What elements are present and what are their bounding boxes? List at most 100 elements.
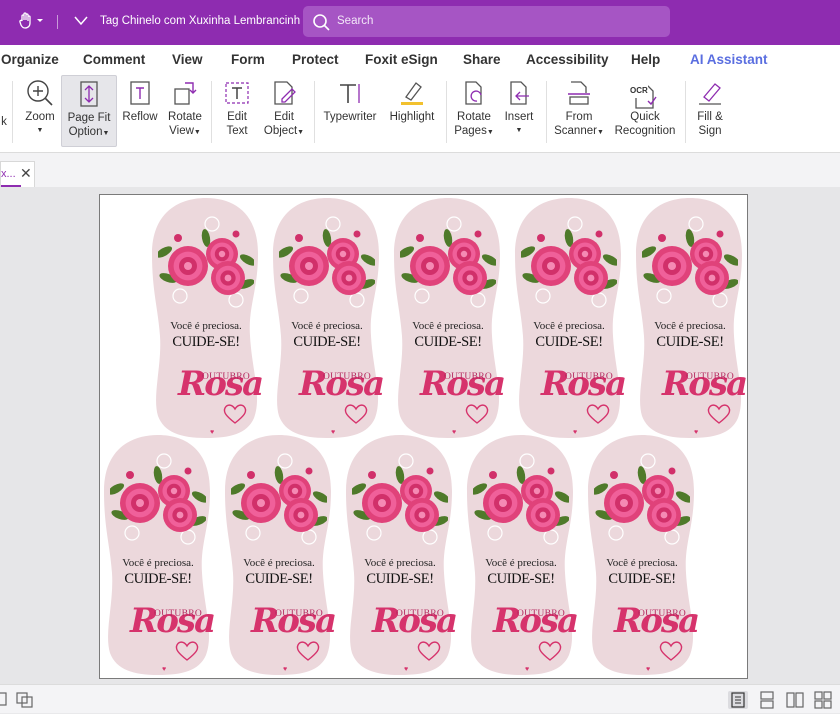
close-icon[interactable]: ✕ bbox=[20, 165, 32, 182]
single-page-view-icon[interactable] bbox=[728, 691, 748, 709]
menu-ai-assistant[interactable]: AI Assistant bbox=[690, 52, 768, 67]
reflow-button[interactable]: Reflow bbox=[118, 75, 162, 147]
menu-comment[interactable]: Comment bbox=[83, 52, 145, 67]
roses-illustration bbox=[594, 466, 690, 532]
roses-illustration bbox=[352, 466, 448, 532]
tag-text-line2: CUIDE-SE! bbox=[245, 571, 313, 587]
edit-object-icon bbox=[274, 81, 296, 105]
tag-text-rosa: Rosa bbox=[541, 364, 627, 404]
menu-view[interactable]: View bbox=[172, 52, 203, 67]
reflow-label: Reflow bbox=[122, 111, 158, 123]
ribbon-separator bbox=[211, 81, 212, 143]
edit-text-button[interactable]: Edit Text bbox=[216, 75, 258, 147]
insert-button[interactable]: Insert ▼ bbox=[498, 75, 540, 147]
rotate-pages-button[interactable]: Rotate Pages▼ bbox=[452, 75, 496, 147]
flipflop-tag: Você é preciosa. CUIDE-SE! Rosa OUTUBRO … bbox=[223, 433, 337, 676]
tag-text-outubro: OUTUBRO bbox=[638, 609, 687, 619]
tag-text-rosa: Rosa bbox=[420, 364, 506, 404]
chevron-down-icon: ▼ bbox=[515, 127, 523, 134]
edit-text-icon bbox=[225, 82, 249, 104]
typewriter-button[interactable]: Typewriter bbox=[320, 75, 380, 147]
zoom-button[interactable]: Zoom ▼ bbox=[18, 75, 62, 147]
chevron-down-icon: ▼ bbox=[297, 129, 305, 136]
chevron-down-icon: ▼ bbox=[596, 129, 604, 136]
hand-tool-icon[interactable] bbox=[18, 12, 44, 34]
roses-illustration bbox=[473, 466, 569, 532]
from-scanner-label-2: Scanner bbox=[554, 125, 597, 137]
pdf-page: Você é preciosa. CUIDE-SE! Rosa OUTUBRO … bbox=[99, 194, 748, 679]
reflow-icon bbox=[130, 81, 150, 105]
roses-illustration bbox=[521, 229, 617, 295]
tag-text-rosa: Rosa bbox=[299, 364, 385, 404]
from-scanner-label-row: Scanner▼ bbox=[552, 124, 606, 140]
copy-pages-icon[interactable] bbox=[15, 691, 35, 714]
menu-form[interactable]: Form bbox=[231, 52, 265, 67]
tag-text-rosa: Rosa bbox=[662, 364, 747, 404]
from-scanner-label-1: From bbox=[565, 111, 593, 123]
menu-accessibility[interactable]: Accessibility bbox=[526, 52, 609, 67]
ribbon-separator bbox=[12, 81, 13, 143]
flipflop-tag: Você é preciosa. CUIDE-SE! Rosa OUTUBRO … bbox=[634, 196, 747, 439]
page-fit-label-1: Page Fit bbox=[67, 112, 111, 124]
flipflop-tag: Você é preciosa. CUIDE-SE! Rosa OUTUBRO … bbox=[344, 433, 458, 676]
edit-object-label-row: Object▼ bbox=[260, 124, 308, 140]
menu-organize[interactable]: Organize bbox=[1, 52, 59, 67]
document-tab[interactable]: x... ✕ bbox=[0, 161, 35, 187]
document-tab-bar: x... ✕ bbox=[0, 153, 840, 187]
tag-text-line1: Você é preciosa. bbox=[654, 320, 726, 332]
continuous-facing-view-icon[interactable] bbox=[813, 691, 835, 714]
facing-view-icon[interactable] bbox=[785, 691, 805, 714]
document-tab-label: x... bbox=[1, 168, 16, 180]
flipflop-tag: Você é preciosa. CUIDE-SE! Rosa OUTUBRO … bbox=[102, 433, 216, 676]
tag-text-line1: Você é preciosa. bbox=[122, 557, 194, 569]
tag-text-rosa: Rosa bbox=[130, 601, 216, 641]
continuous-view-icon[interactable] bbox=[757, 691, 777, 714]
tag-text-rosa: Rosa bbox=[493, 601, 579, 641]
tag-text-outubro: OUTUBRO bbox=[275, 609, 324, 619]
edit-object-button[interactable]: Edit Object▼ bbox=[260, 75, 308, 147]
roses-illustration bbox=[231, 466, 327, 532]
heart-icon bbox=[465, 404, 489, 424]
flipflop-tag: Você é preciosa. CUIDE-SE! Rosa OUTUBRO … bbox=[392, 196, 506, 439]
tag-text-line1: Você é preciosa. bbox=[170, 320, 242, 332]
tag-text-line1: Você é preciosa. bbox=[291, 320, 363, 332]
quick-recognition-label-2: Recognition bbox=[614, 125, 676, 137]
window-title: Tag Chinelo com Xuxinha Lembrancinha bbox=[100, 15, 300, 27]
from-scanner-button[interactable]: From Scanner▼ bbox=[552, 75, 606, 147]
roses-illustration bbox=[642, 229, 738, 295]
menu-foxit-esign[interactable]: Foxit eSign bbox=[365, 52, 438, 67]
search-box[interactable]: Search bbox=[303, 6, 670, 37]
rotate-view-button[interactable]: Rotate View▼ bbox=[163, 75, 207, 147]
tag-text-rosa: Rosa bbox=[251, 601, 337, 641]
quick-recognition-label-1: Quick bbox=[630, 111, 660, 123]
edit-text-label-1: Edit bbox=[227, 111, 247, 123]
tag-text-line1: Você é preciosa. bbox=[485, 557, 557, 569]
page-fit-label-row: Option▼ bbox=[62, 125, 116, 141]
highlight-button[interactable]: Highlight bbox=[384, 75, 440, 147]
fill-sign-button[interactable]: Fill & Sign bbox=[690, 75, 730, 147]
heart-dot-icon: ♥ bbox=[162, 666, 167, 673]
page-fit-label-2: Option bbox=[68, 126, 103, 138]
search-icon bbox=[313, 14, 330, 31]
chevron-down-icon[interactable] bbox=[74, 14, 88, 31]
typewriter-icon bbox=[340, 84, 360, 103]
quick-recognition-button[interactable]: OCR Quick Recognition bbox=[610, 75, 680, 147]
rotate-pages-icon bbox=[465, 81, 482, 105]
title-separator bbox=[57, 15, 58, 29]
rotate-view-label-1: Rotate bbox=[168, 111, 202, 123]
heart-dot-icon: ♥ bbox=[646, 666, 651, 673]
tag-text-line1: Você é preciosa. bbox=[533, 320, 605, 332]
page-fit-option-button[interactable]: Page Fit Option▼ bbox=[61, 75, 117, 147]
search-placeholder: Search bbox=[337, 15, 374, 27]
heart-icon bbox=[538, 641, 562, 661]
tag-text-line2: CUIDE-SE! bbox=[487, 571, 555, 587]
cut-button-partial[interactable]: k bbox=[0, 75, 8, 147]
menu-help[interactable]: Help bbox=[631, 52, 660, 67]
roses-illustration bbox=[400, 229, 496, 295]
ribbon-toolbar: k Zoom ▼ Page Fit Option▼ Reflow Rotate … bbox=[0, 73, 840, 153]
pages-thumbnail-icon[interactable] bbox=[0, 691, 10, 712]
menu-share[interactable]: Share bbox=[463, 52, 501, 67]
menu-protect[interactable]: Protect bbox=[292, 52, 339, 67]
rotate-pages-label-row: Pages▼ bbox=[452, 124, 496, 140]
tag-text-outubro: OUTUBRO bbox=[396, 609, 445, 619]
